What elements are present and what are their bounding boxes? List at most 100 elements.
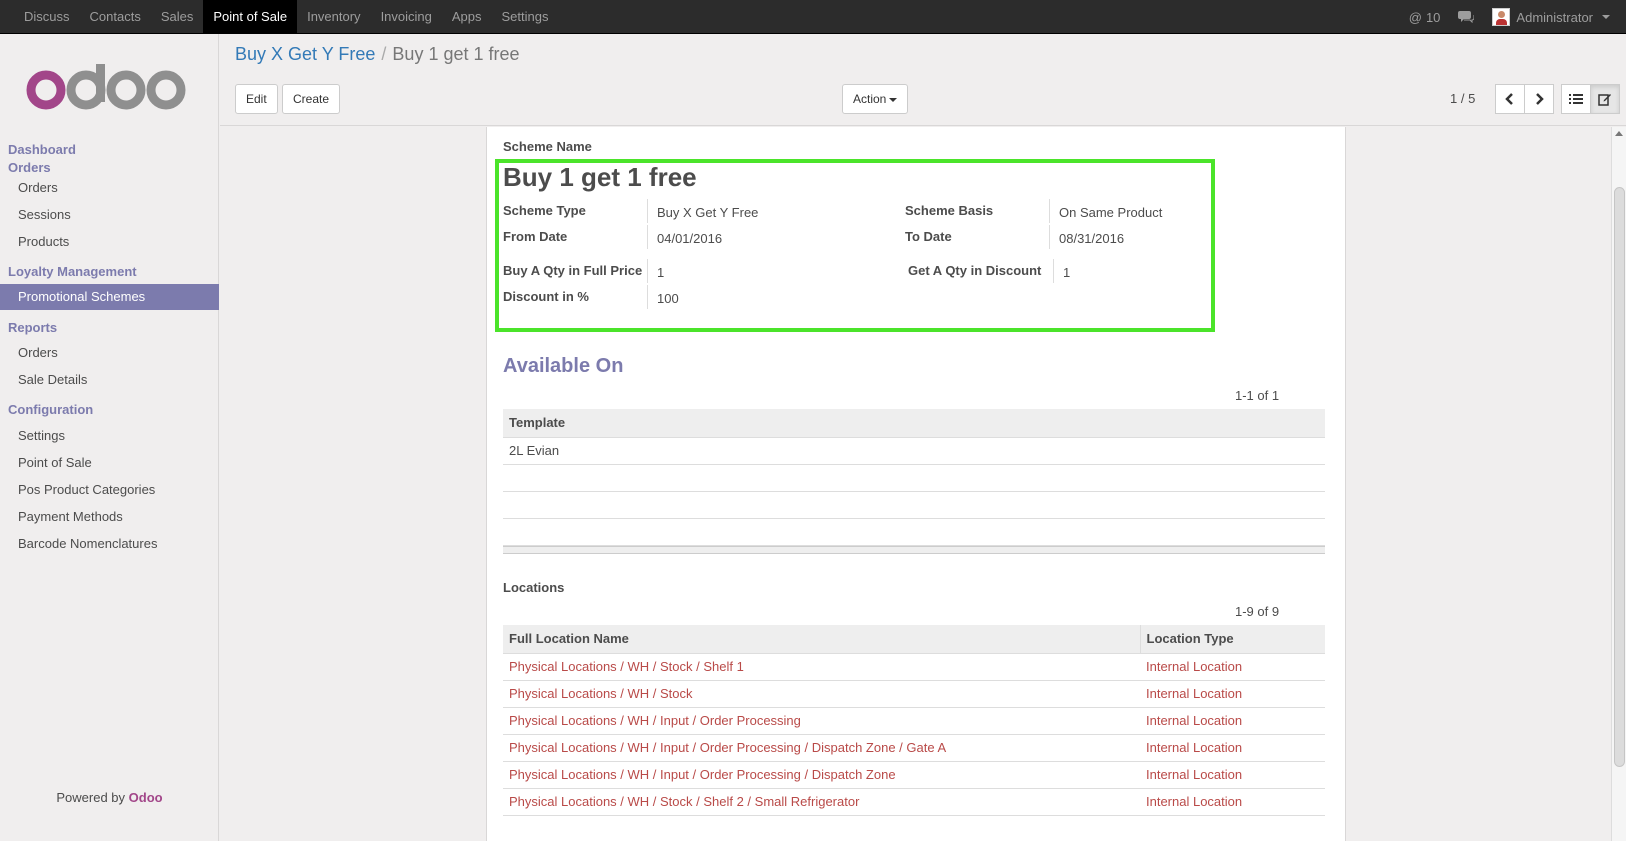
top-menu-settings[interactable]: Settings: [492, 0, 559, 34]
sidebar-item-payment-methods[interactable]: Payment Methods: [0, 504, 219, 530]
form-view-button[interactable]: [1590, 84, 1620, 114]
table-header-row: Full Location Name Location Type: [503, 625, 1325, 654]
vertical-scrollbar[interactable]: [1611, 127, 1626, 841]
powered-brand-link[interactable]: Odoo: [129, 790, 163, 805]
location-type-cell[interactable]: Internal Location: [1140, 788, 1325, 816]
edit-button[interactable]: Edit: [235, 84, 278, 114]
table-row[interactable]: Physical Locations / WH / Stock / Shelf …: [503, 788, 1325, 816]
get-qty-label: Get A Qty in Discount: [908, 263, 1042, 278]
sidebar-item-promotional-schemes[interactable]: Promotional Schemes: [0, 284, 219, 310]
discount-label: Discount in %: [503, 289, 589, 304]
sidebar-section-dashboard[interactable]: Dashboard: [8, 142, 76, 157]
top-menu-apps[interactable]: Apps: [442, 0, 492, 34]
sidebar-item-products[interactable]: Products: [0, 229, 219, 255]
mentions-indicator[interactable]: @ 10: [1409, 10, 1441, 25]
field-divider: [1049, 225, 1050, 249]
available-on-heading: Available On: [503, 355, 624, 377]
breadcrumb: Buy X Get Y Free / Buy 1 get 1 free: [235, 44, 520, 65]
location-type-cell[interactable]: Internal Location: [1140, 761, 1325, 789]
field-divider: [647, 225, 648, 249]
table-row[interactable]: 2L Evian: [503, 437, 1325, 465]
sidebar-section-reports[interactable]: Reports: [8, 320, 57, 335]
sidebar-item-sessions[interactable]: Sessions: [0, 202, 219, 228]
location-name-cell[interactable]: Physical Locations / WH / Input / Order …: [503, 734, 1140, 762]
table-row[interactable]: Physical Locations / WH / Input / Order …: [503, 707, 1325, 735]
table-row-empty: [503, 491, 1325, 519]
from-date-value: 04/01/2016: [657, 231, 723, 246]
chat-icon[interactable]: [1458, 9, 1475, 26]
sidebar-item-sale-details[interactable]: Sale Details: [0, 367, 219, 393]
action-dropdown[interactable]: Action: [842, 84, 909, 114]
table-row[interactable]: Physical Locations / WH / Input / Order …: [503, 734, 1325, 762]
top-menu-discuss[interactable]: Discuss: [14, 0, 80, 34]
scheme-name-value: Buy 1 get 1 free: [503, 162, 697, 192]
scroll-up-icon[interactable]: [1615, 131, 1623, 136]
top-menu-contacts[interactable]: Contacts: [80, 0, 151, 34]
sidebar-section-orders[interactable]: Orders: [8, 160, 51, 175]
list-view-button[interactable]: [1561, 84, 1591, 114]
table-row-empty: [503, 518, 1325, 546]
location-type-cell[interactable]: Internal Location: [1140, 734, 1325, 762]
get-qty-value: 1: [1063, 265, 1071, 280]
avatar: [1492, 8, 1511, 26]
app-menu: Discuss Contacts Sales Point of Sale Invento…: [14, 0, 559, 34]
template-table: Template 2L Evian: [503, 409, 1325, 546]
locations-pager: 1-9 of 9: [1235, 604, 1280, 619]
sidebar-section-configuration[interactable]: Configuration: [8, 402, 93, 417]
table-row-empty: [503, 464, 1325, 492]
location-name-cell[interactable]: Physical Locations / WH / Input / Order …: [503, 761, 1140, 789]
location-name-cell[interactable]: Physical Locations / WH / Stock: [503, 680, 1140, 708]
pager-next-button[interactable]: [1524, 84, 1554, 114]
scheme-basis-value: On Same Product: [1059, 205, 1163, 220]
sidebar: Dashboard Orders Orders Sessions Product…: [0, 34, 219, 841]
location-name-cell[interactable]: Physical Locations / WH / Input / Order …: [503, 707, 1140, 735]
location-type-header[interactable]: Location Type: [1139, 625, 1325, 654]
location-type-cell[interactable]: Internal Location: [1140, 707, 1325, 735]
chevron-down-icon: [889, 97, 898, 102]
control-panel: Buy X Get Y Free / Buy 1 get 1 free Edit C…: [220, 34, 1626, 126]
sidebar-item-point-of-sale[interactable]: Point of Sale: [0, 450, 219, 476]
chevron-down-icon: [1602, 15, 1610, 19]
full-location-name-header[interactable]: Full Location Name: [503, 625, 1140, 654]
template-column-header[interactable]: Template: [503, 409, 1325, 438]
location-type-cell[interactable]: Internal Location: [1140, 680, 1325, 708]
powered-by: Powered by Odoo: [0, 790, 219, 805]
location-name-cell[interactable]: Physical Locations / WH / Stock / Shelf …: [503, 653, 1140, 681]
sidebar-item-orders[interactable]: Orders: [0, 175, 219, 201]
odoo-logo: [26, 64, 186, 110]
sidebar-item-settings[interactable]: Settings: [0, 423, 219, 449]
list-icon: [1569, 94, 1583, 104]
action-label: Action: [853, 92, 887, 106]
sidebar-item-pos-product-categories[interactable]: Pos Product Categories: [0, 477, 219, 503]
from-date-label: From Date: [503, 229, 568, 244]
discount-value: 100: [657, 291, 679, 306]
create-button[interactable]: Create: [282, 84, 341, 114]
field-divider: [1053, 259, 1054, 283]
user-menu[interactable]: Administrator: [1492, 8, 1610, 26]
locations-heading: Locations: [503, 580, 565, 595]
top-menu-point-of-sale[interactable]: Point of Sale: [203, 0, 298, 34]
sidebar-item-barcode-nomenclatures[interactable]: Barcode Nomenclatures: [0, 531, 219, 557]
pager-value: 1 / 5: [1450, 91, 1476, 106]
sidebar-item-report-orders[interactable]: Orders: [0, 340, 219, 366]
form-sheet: Scheme Name Buy 1 get 1 free Scheme Type…: [486, 127, 1346, 841]
template-cell[interactable]: 2L Evian: [503, 437, 1325, 465]
table-row[interactable]: Physical Locations / WH / Stock Internal …: [503, 680, 1325, 708]
top-menu-invoicing[interactable]: Invoicing: [371, 0, 442, 34]
top-menu-sales[interactable]: Sales: [151, 0, 204, 34]
navbar-right: @ 10 Administrator: [1409, 0, 1610, 34]
breadcrumb-separator: /: [381, 44, 387, 64]
scrollbar-thumb[interactable]: [1614, 187, 1625, 767]
location-type-cell[interactable]: Internal Location: [1140, 653, 1325, 681]
powered-prefix: Powered by: [56, 790, 126, 805]
location-name-cell[interactable]: Physical Locations / WH / Stock / Shelf …: [503, 788, 1140, 816]
breadcrumb-parent-link[interactable]: Buy X Get Y Free: [235, 44, 375, 64]
table-row[interactable]: Physical Locations / WH / Stock / Shelf …: [503, 653, 1325, 681]
top-menu-inventory[interactable]: Inventory: [297, 0, 370, 34]
table-footer: [503, 546, 1325, 554]
pager-previous-button[interactable]: [1495, 84, 1525, 114]
table-row[interactable]: Physical Locations / WH / Input / Order …: [503, 761, 1325, 789]
sidebar-section-loyalty[interactable]: Loyalty Management: [8, 264, 137, 279]
chevron-left-icon: [1505, 93, 1513, 105]
to-date-label: To Date: [905, 229, 952, 244]
